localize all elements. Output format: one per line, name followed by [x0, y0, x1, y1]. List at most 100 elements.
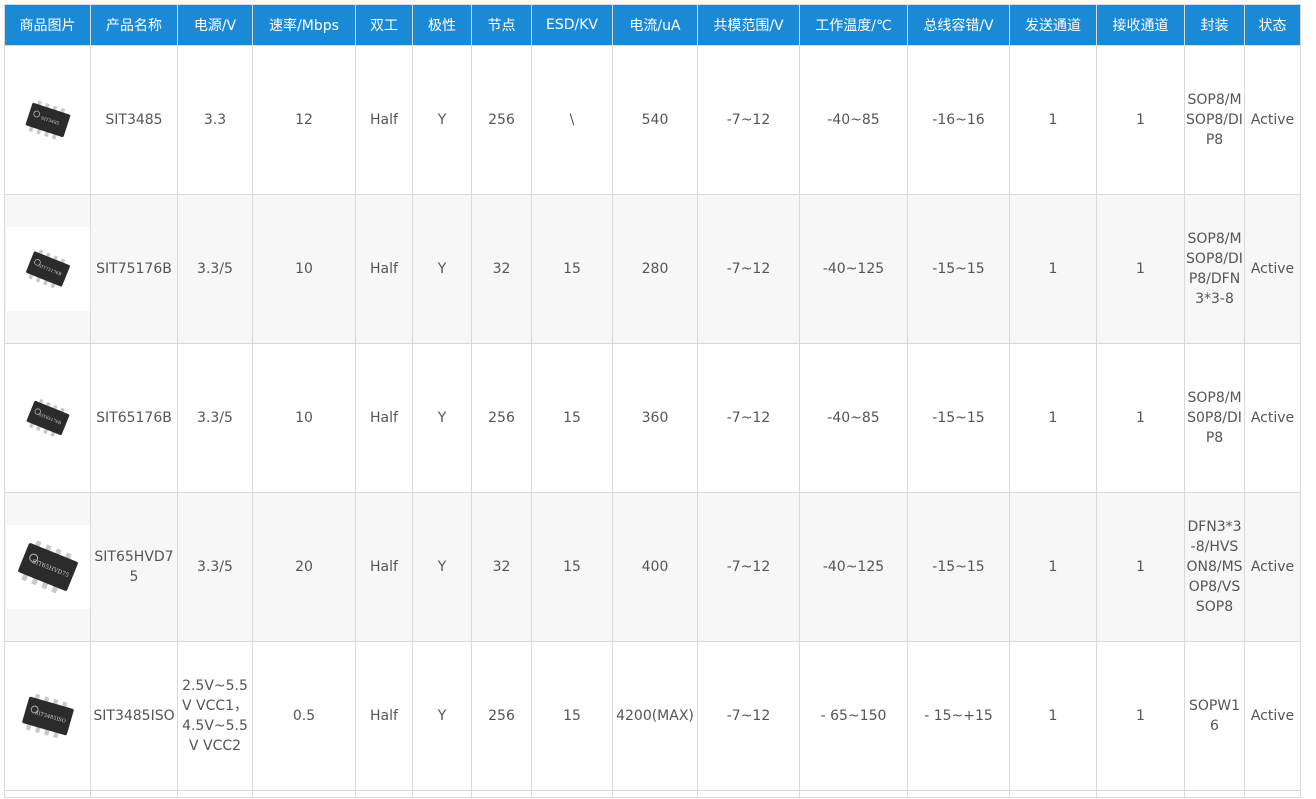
cell-product-name: SIT65176B: [90, 343, 178, 493]
product-image-cell[interactable]: SIT75176B: [4, 194, 91, 344]
table-row: SIT3485ISO SIT3485ISO 2.5V~5.5V VCC1，4.5V~…: [4, 641, 1301, 791]
cell-esd: 15: [531, 641, 613, 791]
product-image-cell[interactable]: SIT3485: [4, 45, 91, 195]
cell-polarity: Y: [412, 45, 472, 195]
table-row: SIT65176B SIT65176B 3.3/5 10 Half Y 256 15 360 -7…: [4, 343, 1301, 493]
ic-chip-icon: SIT3485ISO: [22, 693, 74, 739]
cell-product-name: SIT75176B: [90, 194, 178, 344]
empty-cell: [355, 790, 413, 798]
cell-status: Active: [1244, 641, 1301, 791]
empty-cell: [907, 790, 1010, 798]
header-tx-channels: 发送通道: [1009, 4, 1097, 46]
cell-supply-voltage: 3.3/5: [177, 194, 253, 344]
empty-cell: [1009, 790, 1097, 798]
product-image[interactable]: SIT3485: [6, 78, 90, 162]
cell-bus-fault-tolerance: -15~15: [907, 194, 1010, 344]
cell-status: Active: [1244, 194, 1301, 344]
cell-esd: 15: [531, 343, 613, 493]
header-operating-temp: 工作温度/℃: [799, 4, 908, 46]
empty-cell: [4, 790, 91, 798]
header-status: 状态: [1244, 4, 1301, 46]
cell-nodes: 32: [471, 492, 532, 642]
product-image[interactable]: SIT65HVD75: [6, 525, 90, 609]
table-row-partial: [4, 790, 1301, 798]
header-supply-voltage: 电源/V: [177, 4, 253, 46]
header-product-name: 产品名称: [90, 4, 178, 46]
empty-cell: [412, 790, 472, 798]
cell-polarity: Y: [412, 194, 472, 344]
ic-chip-icon: SIT75176B: [26, 249, 70, 289]
ic-chip-icon: SIT3485: [25, 100, 71, 140]
cell-product-name: SIT3485ISO: [90, 641, 178, 791]
cell-package: SOP8/MS0P8/DIP8: [1184, 343, 1245, 493]
cell-data-rate: 0.5: [252, 641, 356, 791]
empty-cell: [799, 790, 908, 798]
cell-product-name: SIT3485: [90, 45, 178, 195]
header-nodes: 节点: [471, 4, 532, 46]
cell-rx-channels: 1: [1096, 492, 1185, 642]
cell-nodes: 32: [471, 194, 532, 344]
cell-package: SOP8/MSOP8/DIP8/DFN3*3-8: [1184, 194, 1245, 344]
cell-bus-fault-tolerance: - 15~+15: [907, 641, 1010, 791]
cell-current: 360: [612, 343, 698, 493]
cell-operating-temp: -40~125: [799, 194, 908, 344]
product-image-cell[interactable]: SIT3485ISO: [4, 641, 91, 791]
cell-common-mode-range: -7~12: [697, 343, 800, 493]
cell-common-mode-range: -7~12: [697, 641, 800, 791]
cell-data-rate: 10: [252, 343, 356, 493]
cell-duplex: Half: [355, 45, 413, 195]
table-row: SIT75176B SIT75176B 3.3/5 10 Half Y 32 15 280 -7~…: [4, 194, 1301, 344]
cell-nodes: 256: [471, 343, 532, 493]
product-image[interactable]: SIT3485ISO: [6, 674, 90, 758]
product-table: 商品图片 产品名称 电源/V 速率/Mbps 双工 极性 节点 ESD/KV 电…: [4, 4, 1301, 798]
product-image[interactable]: SIT75176B: [6, 227, 90, 311]
cell-esd: 15: [531, 492, 613, 642]
empty-cell: [471, 790, 532, 798]
product-image[interactable]: SIT65176B: [6, 376, 90, 460]
product-image-cell[interactable]: SIT65176B: [4, 343, 91, 493]
header-data-rate: 速率/Mbps: [252, 4, 356, 46]
cell-duplex: Half: [355, 492, 413, 642]
cell-status: Active: [1244, 45, 1301, 195]
empty-cell: [1096, 790, 1185, 798]
cell-operating-temp: -40~125: [799, 492, 908, 642]
cell-current: 4200(MAX): [612, 641, 698, 791]
empty-cell: [252, 790, 356, 798]
empty-cell: [531, 790, 613, 798]
cell-polarity: Y: [412, 492, 472, 642]
cell-nodes: 256: [471, 45, 532, 195]
ic-chip-icon: SIT65176B: [26, 398, 70, 437]
table-header-row: 商品图片 产品名称 电源/V 速率/Mbps 双工 极性 节点 ESD/KV 电…: [4, 4, 1301, 46]
cell-common-mode-range: -7~12: [697, 194, 800, 344]
cell-bus-fault-tolerance: -15~15: [907, 492, 1010, 642]
cell-nodes: 256: [471, 641, 532, 791]
cell-tx-channels: 1: [1009, 641, 1097, 791]
cell-current: 540: [612, 45, 698, 195]
header-current: 电流/uA: [612, 4, 698, 46]
cell-rx-channels: 1: [1096, 641, 1185, 791]
cell-tx-channels: 1: [1009, 492, 1097, 642]
cell-common-mode-range: -7~12: [697, 492, 800, 642]
cell-rx-channels: 1: [1096, 194, 1185, 344]
empty-cell: [90, 790, 178, 798]
cell-current: 280: [612, 194, 698, 344]
product-image-cell[interactable]: SIT65HVD75: [4, 492, 91, 642]
cell-operating-temp: -40~85: [799, 343, 908, 493]
empty-cell: [697, 790, 800, 798]
cell-operating-temp: - 65~150: [799, 641, 908, 791]
cell-status: Active: [1244, 492, 1301, 642]
cell-tx-channels: 1: [1009, 343, 1097, 493]
empty-cell: [177, 790, 253, 798]
cell-current: 400: [612, 492, 698, 642]
cell-bus-fault-tolerance: -15~15: [907, 343, 1010, 493]
header-bus-fault-tolerance: 总线容错/V: [907, 4, 1010, 46]
cell-supply-voltage: 2.5V~5.5V VCC1，4.5V~5.5V VCC2: [177, 641, 253, 791]
cell-data-rate: 12: [252, 45, 356, 195]
cell-duplex: Half: [355, 641, 413, 791]
cell-duplex: Half: [355, 194, 413, 344]
table-row: SIT3485 SIT3485 3.3 12 Half Y 256 \ 540 -7~12 -40~…: [4, 45, 1301, 195]
cell-supply-voltage: 3.3/5: [177, 492, 253, 642]
empty-cell: [1184, 790, 1245, 798]
cell-data-rate: 20: [252, 492, 356, 642]
cell-package: DFN3*3-8/HVSON8/MSOP8/VSSOP8: [1184, 492, 1245, 642]
